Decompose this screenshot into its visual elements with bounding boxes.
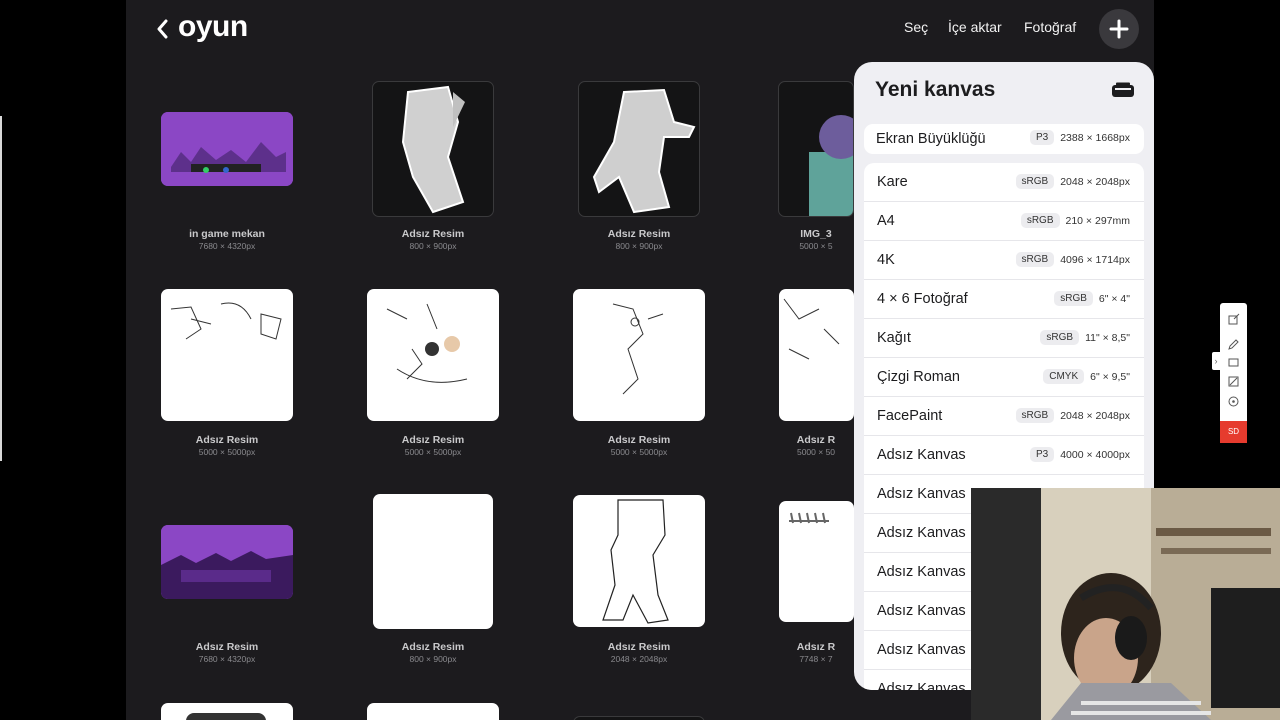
preset-row[interactable]: Adsız Kanvas P3 4000 × 4000px [864, 436, 1144, 475]
artwork-thumbnail[interactable] [778, 81, 854, 217]
preset-row[interactable]: 4K sRGB 4096 × 1714px [864, 241, 1144, 280]
preset-label: 4 × 6 Fotoğraf [877, 291, 968, 307]
preset-row[interactable]: A4 sRGB 210 × 297mm [864, 202, 1144, 241]
artwork-thumbnail[interactable] [779, 501, 854, 622]
artwork-name: Adsız Resim [195, 434, 259, 446]
preset-row[interactable]: FacePaint sRGB 2048 × 2048px [864, 397, 1144, 436]
color-profile-badge: CMYK [1043, 369, 1085, 384]
left-letterbox [0, 0, 126, 720]
artwork-size: 7680 × 4320px [198, 654, 256, 664]
photo-button[interactable]: Fotoğraf [1024, 19, 1076, 35]
preset-row[interactable]: 4 × 6 Fotoğraf sRGB 6" × 4" [864, 280, 1144, 319]
preset-label: Çizgi Roman [877, 369, 960, 385]
preset-label: Adsız Kanvas [877, 447, 966, 463]
artwork-thumbnail[interactable] [373, 494, 493, 629]
preset-row[interactable]: Kare sRGB 2048 × 2048px [864, 163, 1144, 202]
artwork-name: Adsız Resim [195, 641, 259, 653]
artwork-size: 5000 × 5000px [610, 447, 668, 457]
color-profile-badge: sRGB [1054, 291, 1093, 306]
canvas-dimensions: 4096 × 1714px [1060, 253, 1130, 266]
artwork-name: Adsız Resim [401, 434, 465, 446]
screen-record-toolbar: SD [1220, 303, 1247, 443]
select-button[interactable]: Seç [904, 19, 928, 35]
option-label: Ekran Büyüklüğü [876, 131, 986, 147]
artwork-name: Adsız Resim [607, 228, 671, 240]
preset-label: 4K [877, 252, 895, 268]
color-profile-badge: sRGB [1015, 408, 1055, 423]
preset-label: Adsız Kanvas [877, 642, 966, 658]
preset-label: Adsız Kanvas [877, 486, 966, 502]
artwork-name: in game mekan [189, 228, 265, 240]
artwork-thumbnail[interactable] [573, 495, 705, 627]
canvas-dimensions: 210 × 297mm [1065, 214, 1131, 227]
toolbar-expand-handle[interactable]: › [1212, 352, 1220, 370]
artwork-size: 5000 × 5000px [404, 447, 462, 457]
artwork-thumbnail[interactable] [161, 703, 293, 720]
canvas-dimensions: 2048 × 2048px [1060, 175, 1130, 188]
preset-label: Adsız Kanvas [877, 525, 966, 541]
canvas-dimensions: 6" × 4" [1098, 292, 1130, 305]
webcam-overlay [971, 488, 1280, 720]
export-icon[interactable] [1227, 313, 1240, 326]
preset-label: Adsız Kanvas [877, 603, 966, 619]
preset-label: Adsız Kanvas [877, 681, 966, 690]
color-profile-badge: sRGB [1015, 174, 1055, 189]
color-profile-badge: sRGB [1015, 252, 1055, 267]
artwork-thumbnail[interactable] [573, 716, 705, 720]
artwork-size: 7680 × 4320px [198, 241, 256, 251]
artwork-thumbnail[interactable] [161, 289, 293, 421]
artwork-name: Adsız Resim [401, 641, 465, 653]
artwork-size: 2048 × 2048px [610, 654, 668, 664]
canvas-dimensions: 4000 × 4000px [1060, 448, 1130, 461]
target-icon[interactable] [1227, 395, 1240, 408]
canvas-dimensions: 11" × 8,5" [1085, 331, 1130, 344]
left-edge [0, 116, 2, 461]
canvas-dimensions: 2048 × 2048px [1060, 409, 1130, 422]
popover-title: Yeni kanvas [875, 78, 996, 101]
back-button[interactable] [150, 12, 174, 46]
color-profile-badge: P3 [1029, 130, 1055, 145]
add-button[interactable] [1099, 9, 1139, 49]
pen-icon[interactable] [1227, 338, 1240, 351]
page-title: oyun [178, 10, 248, 43]
artwork-thumbnail[interactable] [573, 289, 705, 421]
color-profile-badge: P3 [1029, 447, 1055, 462]
chevron-left-icon [157, 19, 168, 39]
artwork-thumbnail[interactable] [367, 703, 499, 720]
screen-size-option[interactable]: Ekran Büyüklüğü P3 2388 × 1668px [864, 124, 1144, 154]
rectangle-icon[interactable] [1227, 356, 1240, 369]
artwork-size: 800 × 900px [615, 241, 663, 251]
artwork-name: Adsız Resim [607, 434, 671, 446]
plus-icon [1109, 19, 1129, 39]
new-canvas-icon[interactable] [1111, 82, 1135, 98]
artwork-name: Adsız Resim [401, 228, 465, 240]
color-profile-badge: sRGB [1020, 213, 1060, 228]
preset-label: Kare [877, 174, 908, 190]
crop-icon[interactable] [1227, 375, 1240, 388]
canvas-dimensions: 2388 × 1668px [1060, 131, 1130, 144]
artwork-thumbnail[interactable] [578, 81, 700, 217]
artwork-thumbnail[interactable] [161, 525, 293, 599]
artwork-thumbnail[interactable] [367, 289, 499, 421]
preset-row[interactable]: Çizgi Roman CMYK 6" × 9,5" [864, 358, 1144, 397]
artwork-thumbnail[interactable] [161, 112, 293, 186]
artwork-thumbnail[interactable] [372, 81, 494, 217]
import-button[interactable]: İçe aktar [948, 19, 1002, 35]
preset-label: Adsız Kanvas [877, 564, 966, 580]
record-button[interactable]: SD [1220, 421, 1247, 443]
preset-label: FacePaint [877, 408, 943, 424]
canvas-dimensions: 6" × 9,5" [1090, 370, 1130, 383]
artwork-name: Adsız Resim [607, 641, 671, 653]
preset-label: Kağıt [877, 330, 911, 346]
artwork-size: 800 × 900px [409, 654, 457, 664]
preset-label: A4 [877, 213, 895, 229]
color-profile-badge: sRGB [1040, 330, 1080, 345]
preset-row[interactable]: Kağıt sRGB 11" × 8,5" [864, 319, 1144, 358]
artwork-thumbnail[interactable] [779, 289, 854, 421]
artwork-size: 5000 × 5000px [198, 447, 256, 457]
artwork-size: 800 × 900px [409, 241, 457, 251]
record-label: SD [1227, 427, 1240, 436]
